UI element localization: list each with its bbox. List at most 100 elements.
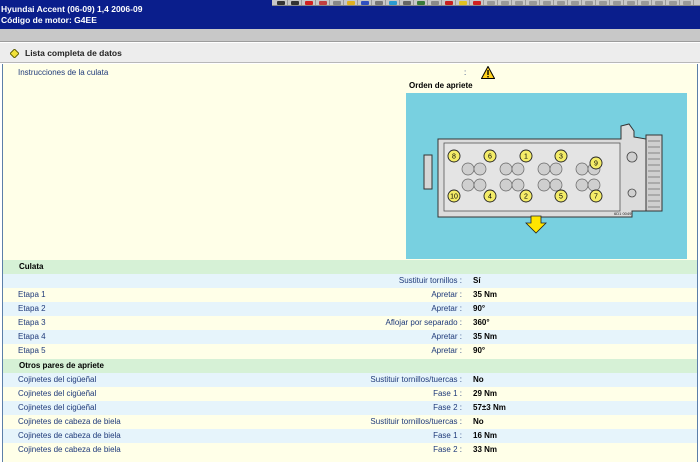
cylinder-head-illustration: 8 6 1 3 9 10 4 2 5 7 6D1 0049 xyxy=(423,123,663,234)
grid-icon[interactable] xyxy=(498,0,512,5)
table-row: Cojinetes de cabeza de biela Sustituir t… xyxy=(3,415,697,429)
group-title: Otros pares de apriete xyxy=(19,361,104,370)
mail-icon[interactable] xyxy=(652,0,666,5)
table-row: Cojinetes del cigüeñal Fase 2 : 57±3 Nm xyxy=(3,401,697,415)
title-bar: Hyundai Accent (06-09) 1,4 2006-09 Códig… xyxy=(0,0,700,29)
bolt-label: 5 xyxy=(559,194,563,201)
data-list: Instrucciones de la culata : Orden de ap… xyxy=(2,64,698,462)
table-row: Cojinetes del cigüeñal Sustituir tornill… xyxy=(3,373,697,387)
clock-icon[interactable] xyxy=(596,0,610,5)
row-name: Cojinetes de cabeza de biela xyxy=(18,417,121,426)
yellow-diamond-icon xyxy=(10,49,19,58)
row-value: 360° xyxy=(473,318,490,327)
instructions-label: Instrucciones de la culata xyxy=(18,68,109,77)
bolt-label: 8 xyxy=(452,154,456,161)
wrench-icon[interactable] xyxy=(428,0,442,5)
gray-band xyxy=(0,29,700,42)
row-param: Fase 2 : xyxy=(433,445,462,454)
row-value: 29 Nm xyxy=(473,389,498,398)
tightening-order-diagram: 8 6 1 3 9 10 4 2 5 7 6D1 0049 xyxy=(406,93,687,259)
row-value: 35 Nm xyxy=(473,332,498,341)
search-icon[interactable] xyxy=(358,0,372,5)
bolt-label: 10 xyxy=(450,194,458,201)
row-value: Sí xyxy=(473,276,481,285)
chart-icon[interactable] xyxy=(526,0,540,5)
info-icon[interactable] xyxy=(386,0,400,5)
row-param: Fase 1 : xyxy=(433,389,462,398)
diagram-code: 6D1 0049 xyxy=(614,211,632,216)
row-value: 35 Nm xyxy=(473,290,498,299)
row-param: Apretar : xyxy=(431,332,462,341)
export-icon[interactable] xyxy=(638,0,652,5)
table-row: Etapa 3 Aflojar por separado : 360° xyxy=(3,316,697,330)
row-param: Sustituir tornillos/tuercas : xyxy=(370,375,462,384)
row-value: 57±3 Nm xyxy=(473,403,506,412)
list-icon[interactable] xyxy=(484,0,498,5)
table-row: Etapa 5 Apretar : 90° xyxy=(3,344,697,358)
table-row: Etapa 4 Apretar : 35 Nm xyxy=(3,330,697,344)
row-name: Etapa 2 xyxy=(18,304,46,313)
row-param: Apretar : xyxy=(431,290,462,299)
vehicle-title: Hyundai Accent (06-09) 1,4 2006-09 xyxy=(1,4,143,14)
group-header-culata: Culata xyxy=(3,260,697,274)
toolbar xyxy=(272,0,700,6)
hand-icon[interactable] xyxy=(344,0,358,5)
row-param: Aflojar por separado : xyxy=(385,318,463,327)
warning-icon[interactable] xyxy=(470,0,484,5)
row-name: Etapa 4 xyxy=(18,332,46,341)
folder-icon[interactable] xyxy=(582,0,596,5)
row-param: Apretar : xyxy=(431,346,462,355)
group-header-otros-pares: Otros pares de apriete xyxy=(3,359,697,373)
bolt-label: 2 xyxy=(524,194,528,201)
row-value: 90° xyxy=(473,346,486,355)
engine-code: Código de motor: G4EE xyxy=(1,15,97,25)
settings-icon[interactable] xyxy=(624,0,638,5)
nav-first-icon[interactable] xyxy=(274,0,288,5)
row-name: Cojinetes del cigüeñal xyxy=(18,389,97,398)
table-icon[interactable] xyxy=(512,0,526,5)
row-value: No xyxy=(473,375,484,384)
gear-icon[interactable] xyxy=(372,0,386,5)
row-name: Cojinetes de cabeza de biela xyxy=(18,431,121,440)
warning-triangle-icon[interactable] xyxy=(481,66,495,79)
diagram-title: Orden de apriete xyxy=(409,81,473,90)
row-param: Sustituir tornillos : xyxy=(398,276,462,285)
close-icon[interactable] xyxy=(302,0,316,5)
menu-icon[interactable] xyxy=(680,0,694,5)
bolt-label: 9 xyxy=(594,161,598,168)
table-row: Etapa 2 Apretar : 90° xyxy=(3,302,697,316)
table-row: Sustituir tornillos : Sí xyxy=(3,274,697,288)
nav-back-icon[interactable] xyxy=(288,0,302,5)
help-icon[interactable] xyxy=(610,0,624,5)
row-param: Apretar : xyxy=(431,304,462,313)
section-header[interactable]: Lista completa de datos xyxy=(0,43,700,63)
table-row: Cojinetes del cigüeñal Fase 1 : 29 Nm xyxy=(3,387,697,401)
table-row: Etapa 1 Apretar : 35 Nm xyxy=(3,288,697,302)
row-name: Etapa 1 xyxy=(18,290,46,299)
pencil-icon[interactable] xyxy=(456,0,470,5)
bolt-label: 3 xyxy=(559,154,563,161)
exit-icon[interactable] xyxy=(666,0,680,5)
engine-icon[interactable] xyxy=(414,0,428,5)
print-icon[interactable] xyxy=(400,0,414,5)
row-param: Sustituir tornillos/tuercas : xyxy=(370,417,462,426)
arrow-down-icon xyxy=(525,215,547,234)
row-name: Cojinetes de cabeza de biela xyxy=(18,445,121,454)
table-row: Cojinetes de cabeza de biela Fase 2 : 33… xyxy=(3,443,697,457)
filter-icon[interactable] xyxy=(540,0,554,5)
document-icon[interactable] xyxy=(330,0,344,5)
tool-icon[interactable] xyxy=(316,0,330,5)
copy-icon[interactable] xyxy=(554,0,568,5)
row-value: 16 Nm xyxy=(473,431,498,440)
row-name: Cojinetes del cigüeñal xyxy=(18,375,97,384)
row-value: 33 Nm xyxy=(473,445,498,454)
row-name: Etapa 5 xyxy=(18,346,46,355)
table-row: Cojinetes de cabeza de biela Fase 1 : 16… xyxy=(3,429,697,443)
home-icon[interactable] xyxy=(568,0,582,5)
bolt-label: 4 xyxy=(488,194,492,201)
row-value: No xyxy=(473,417,484,426)
row-name: Cojinetes del cigüeñal xyxy=(18,403,97,412)
stop-icon[interactable] xyxy=(442,0,456,5)
row-param: Fase 1 : xyxy=(433,431,462,440)
row-value: 90° xyxy=(473,304,486,313)
